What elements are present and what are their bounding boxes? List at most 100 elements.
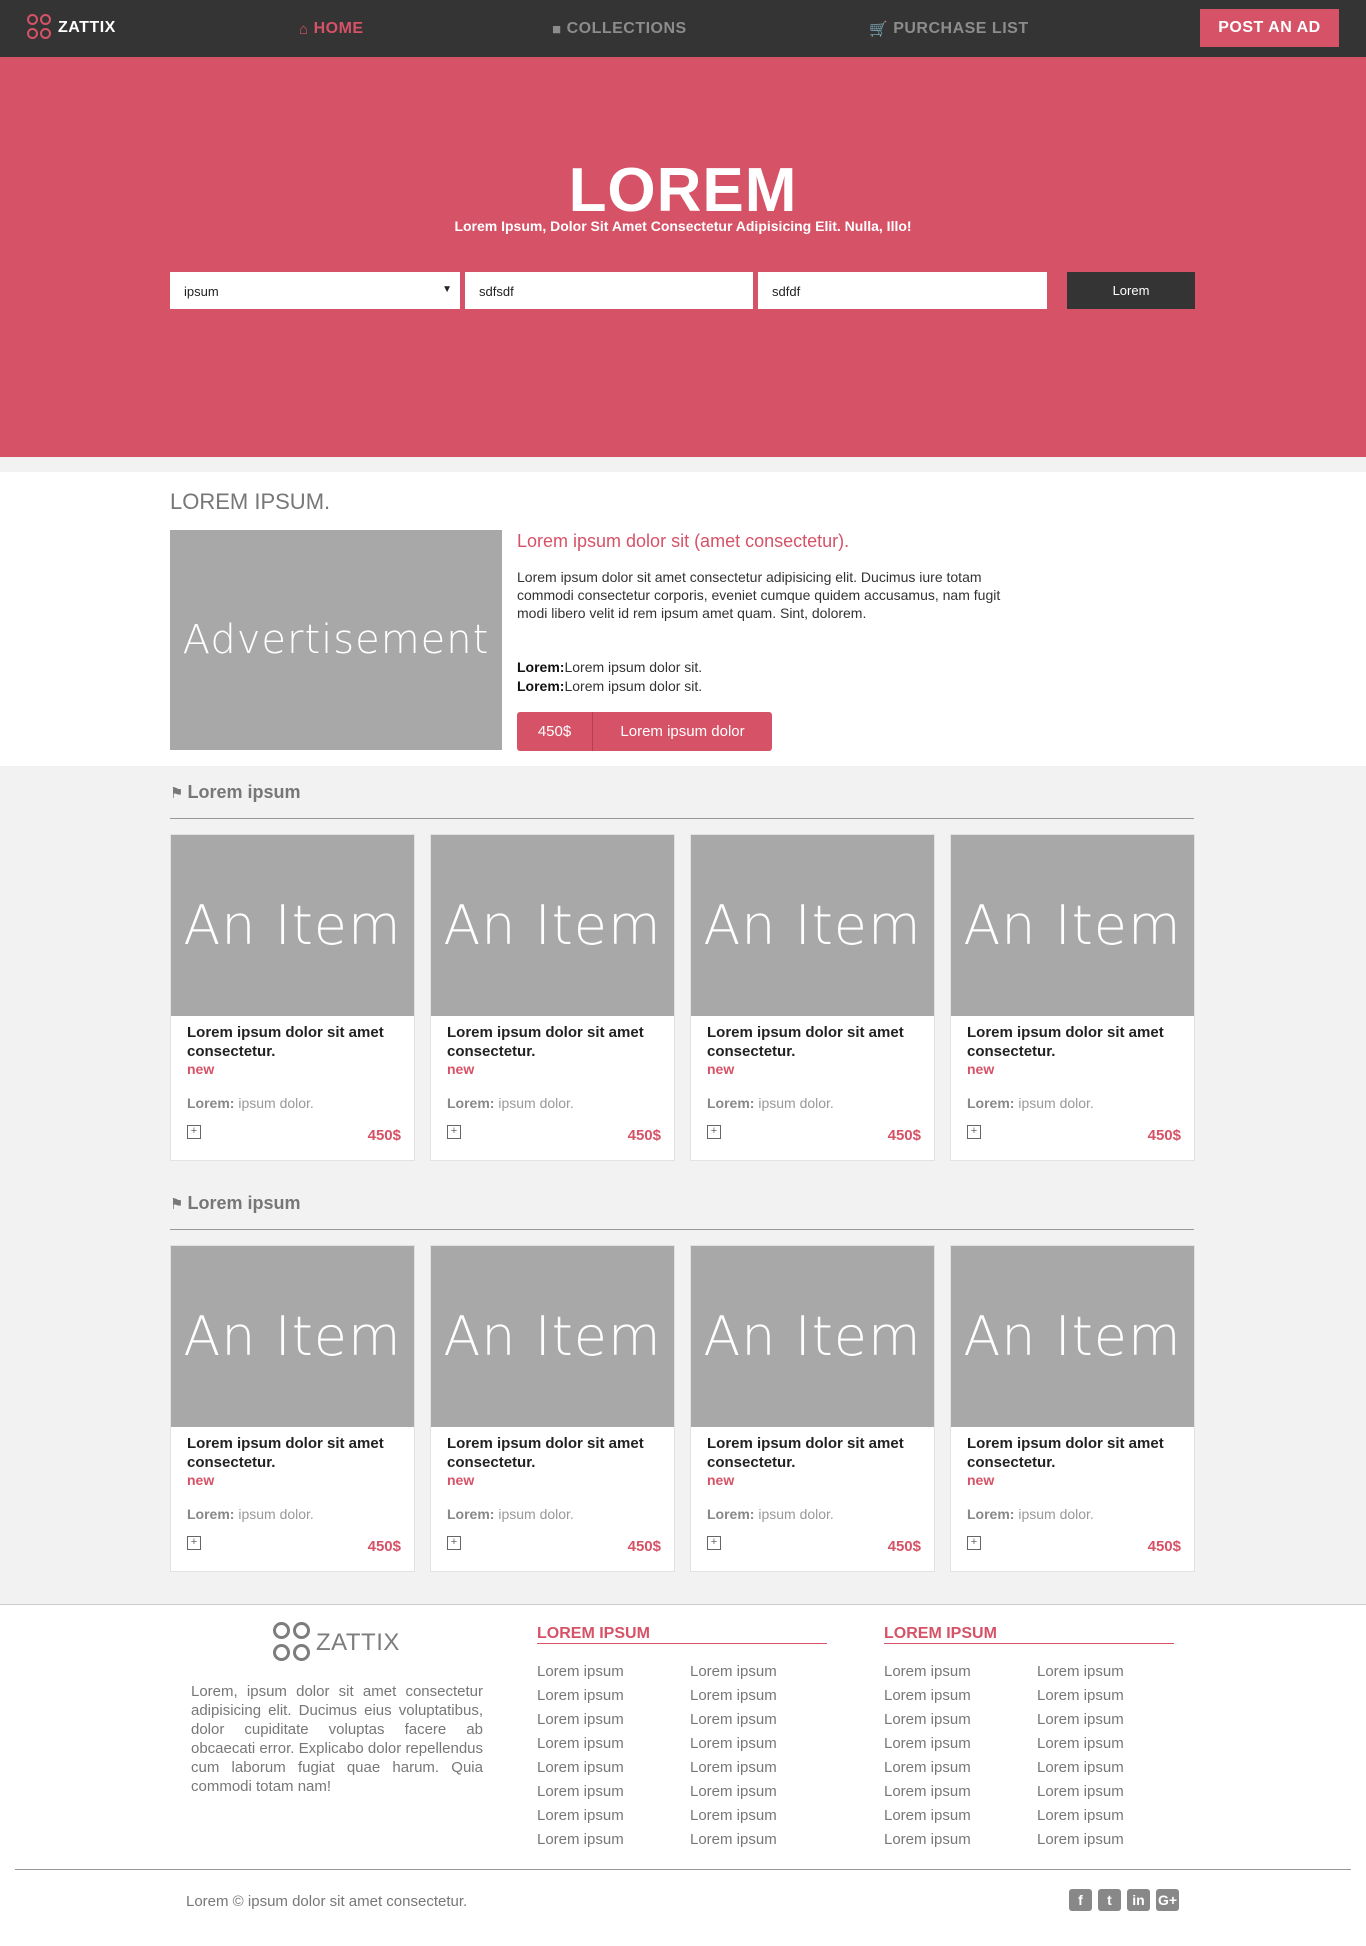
search-button[interactable]: Lorem xyxy=(1067,272,1195,309)
item-card[interactable]: An Item Lorem ipsum dolor sit amet conse… xyxy=(170,1245,415,1572)
item-price: 450$ xyxy=(367,1538,401,1555)
item-title[interactable]: Lorem ipsum dolor sit amet consectetur. xyxy=(187,1434,407,1472)
footer-brand-name: ZATTIX xyxy=(316,1629,400,1656)
linkedin-icon[interactable]: in xyxy=(1127,1889,1150,1911)
item-title[interactable]: Lorem ipsum dolor sit amet consectetur. xyxy=(967,1023,1187,1061)
item-card[interactable]: An Item Lorem ipsum dolor sit amet conse… xyxy=(430,1245,675,1572)
footer-link[interactable]: Lorem ipsum xyxy=(884,1662,971,1686)
footer-link[interactable]: Lorem ipsum xyxy=(884,1806,971,1830)
item-image[interactable]: An Item xyxy=(431,835,674,1016)
item-card[interactable]: An Item Lorem ipsum dolor sit amet conse… xyxy=(170,834,415,1161)
nav-purchase-list[interactable]: 🛒 PURCHASE LIST xyxy=(869,20,1029,38)
featured-title[interactable]: Lorem ipsum dolor sit (amet consectetur)… xyxy=(517,531,849,552)
footer-link[interactable]: Lorem ipsum xyxy=(537,1782,624,1806)
footer-link[interactable]: Lorem ipsum xyxy=(690,1806,777,1830)
footer-link[interactable]: Lorem ipsum xyxy=(690,1734,777,1758)
footer-link[interactable]: Lorem ipsum xyxy=(1037,1806,1124,1830)
item-image[interactable]: An Item xyxy=(171,1246,414,1427)
featured-cta-button[interactable]: Lorem ipsum dolor xyxy=(593,712,772,751)
footer-link[interactable]: Lorem ipsum xyxy=(690,1782,777,1806)
item-title[interactable]: Lorem ipsum dolor sit amet consectetur. xyxy=(707,1023,927,1061)
item-title[interactable]: Lorem ipsum dolor sit amet consectetur. xyxy=(967,1434,1187,1472)
footer-link[interactable]: Lorem ipsum xyxy=(1037,1782,1124,1806)
footer-link[interactable]: Lorem ipsum xyxy=(1037,1830,1124,1854)
featured-price-group: 450$ Lorem ipsum dolor xyxy=(517,712,772,751)
item-meta-value: ipsum dolor. xyxy=(1018,1095,1094,1111)
item-image[interactable]: An Item xyxy=(951,1246,1194,1427)
footer-link[interactable]: Lorem ipsum xyxy=(1037,1710,1124,1734)
category-select[interactable]: ipsum ▼ xyxy=(170,272,460,309)
plus-square-icon[interactable]: + xyxy=(967,1125,981,1139)
featured-price-button[interactable]: 450$ xyxy=(517,712,593,751)
item-image[interactable]: An Item xyxy=(431,1246,674,1427)
plus-square-icon[interactable]: + xyxy=(447,1536,461,1550)
item-card[interactable]: An Item Lorem ipsum dolor sit amet conse… xyxy=(430,834,675,1161)
footer-link[interactable]: Lorem ipsum xyxy=(884,1830,971,1854)
item-title[interactable]: Lorem ipsum dolor sit amet consectetur. xyxy=(447,1023,667,1061)
footer-link[interactable]: Lorem ipsum xyxy=(690,1710,777,1734)
advertisement-placeholder[interactable]: Advertisement xyxy=(170,530,502,750)
footer-logo[interactable]: ZATTIX xyxy=(273,1622,400,1664)
footer-link[interactable]: Lorem ipsum xyxy=(690,1830,777,1854)
footer-link[interactable]: Lorem ipsum xyxy=(884,1782,971,1806)
footer-link[interactable]: Lorem ipsum xyxy=(884,1734,971,1758)
detail-value: Lorem ipsum dolor sit. xyxy=(564,678,703,694)
footer-link[interactable]: Lorem ipsum xyxy=(1037,1686,1124,1710)
plus-square-icon[interactable]: + xyxy=(447,1125,461,1139)
item-image[interactable]: An Item xyxy=(691,835,934,1016)
plus-square-icon[interactable]: + xyxy=(707,1536,721,1550)
item-card[interactable]: An Item Lorem ipsum dolor sit amet conse… xyxy=(690,1245,935,1572)
plus-square-icon[interactable]: + xyxy=(707,1125,721,1139)
item-title[interactable]: Lorem ipsum dolor sit amet consectetur. xyxy=(707,1434,927,1472)
footer-link[interactable]: Lorem ipsum xyxy=(690,1758,777,1782)
footer-link[interactable]: Lorem ipsum xyxy=(884,1758,971,1782)
item-image[interactable]: An Item xyxy=(171,835,414,1016)
search-input-1[interactable]: sdfsdf xyxy=(465,272,753,309)
listings-area: ⚑ Lorem ipsum An Item Lorem ipsum dolor … xyxy=(0,766,1366,1604)
item-meta-value: ipsum dolor. xyxy=(1018,1506,1094,1522)
footer-link[interactable]: Lorem ipsum xyxy=(537,1758,624,1782)
item-card[interactable]: An Item Lorem ipsum dolor sit amet conse… xyxy=(950,1245,1195,1572)
brand-logo[interactable]: ZATTIX xyxy=(27,14,116,42)
footer-link[interactable]: Lorem ipsum xyxy=(537,1830,624,1854)
nav-purchase-list-label: PURCHASE LIST xyxy=(893,20,1029,37)
item-meta-value: ipsum dolor. xyxy=(498,1506,574,1522)
footer-top-rule xyxy=(0,1604,1366,1605)
section-rule xyxy=(170,1229,1194,1230)
item-title[interactable]: Lorem ipsum dolor sit amet consectetur. xyxy=(187,1023,407,1061)
item-card[interactable]: An Item Lorem ipsum dolor sit amet conse… xyxy=(950,834,1195,1161)
footer-link[interactable]: Lorem ipsum xyxy=(1037,1662,1124,1686)
item-image[interactable]: An Item xyxy=(951,835,1194,1016)
item-price: 450$ xyxy=(367,1127,401,1144)
footer-link[interactable]: Lorem ipsum xyxy=(884,1686,971,1710)
twitter-icon[interactable]: t xyxy=(1098,1889,1121,1911)
facebook-icon[interactable]: f xyxy=(1069,1889,1092,1911)
footer-link[interactable]: Lorem ipsum xyxy=(537,1734,624,1758)
nav-home[interactable]: ⌂ HOME xyxy=(299,20,364,38)
plus-square-icon[interactable]: + xyxy=(967,1536,981,1550)
footer-link[interactable]: Lorem ipsum xyxy=(537,1806,624,1830)
footer-link[interactable]: Lorem ipsum xyxy=(690,1662,777,1686)
google-plus-icon[interactable]: G+ xyxy=(1156,1889,1179,1911)
footer-link[interactable]: Lorem ipsum xyxy=(690,1686,777,1710)
item-meta-label: Lorem: xyxy=(707,1095,755,1111)
search-input-2[interactable]: sdfdf xyxy=(758,272,1047,309)
item-price: 450$ xyxy=(627,1538,661,1555)
item-card[interactable]: An Item Lorem ipsum dolor sit amet conse… xyxy=(690,834,935,1161)
item-title[interactable]: Lorem ipsum dolor sit amet consectetur. xyxy=(447,1434,667,1472)
plus-square-icon[interactable]: + xyxy=(187,1536,201,1550)
detail-label: Lorem: xyxy=(517,678,565,694)
item-image[interactable]: An Item xyxy=(691,1246,934,1427)
item-meta: Lorem: ipsum dolor. xyxy=(187,1095,314,1111)
item-tag: new xyxy=(187,1472,215,1488)
home-icon: ⌂ xyxy=(299,20,309,38)
footer-link[interactable]: Lorem ipsum xyxy=(537,1662,624,1686)
footer-link[interactable]: Lorem ipsum xyxy=(884,1710,971,1734)
nav-collections[interactable]: ■ COLLECTIONS xyxy=(552,20,687,38)
footer-link[interactable]: Lorem ipsum xyxy=(1037,1734,1124,1758)
footer-link[interactable]: Lorem ipsum xyxy=(537,1686,624,1710)
footer-link[interactable]: Lorem ipsum xyxy=(1037,1758,1124,1782)
plus-square-icon[interactable]: + xyxy=(187,1125,201,1139)
footer-link[interactable]: Lorem ipsum xyxy=(537,1710,624,1734)
post-ad-button[interactable]: POST AN AD xyxy=(1200,9,1339,47)
